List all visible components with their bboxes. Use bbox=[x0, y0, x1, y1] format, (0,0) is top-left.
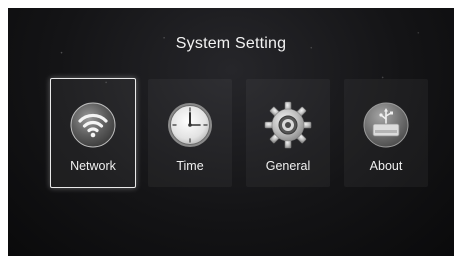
gear-icon bbox=[264, 101, 312, 149]
menu-item-about[interactable]: About bbox=[344, 79, 428, 187]
menu-item-label: About bbox=[369, 159, 403, 173]
menu-item-general[interactable]: General bbox=[246, 79, 330, 187]
clock-icon bbox=[168, 103, 212, 147]
menu-item-network[interactable]: Network bbox=[50, 78, 136, 188]
menu-item-time[interactable]: Time bbox=[148, 79, 232, 187]
menu-item-label: Time bbox=[176, 159, 204, 173]
menu-item-label: Network bbox=[70, 159, 116, 173]
settings-screen: System Setting Network Time General Abou… bbox=[8, 8, 454, 256]
wifi-icon bbox=[70, 102, 116, 148]
settings-menu: Network Time General About bbox=[50, 78, 430, 189]
menu-item-label: General bbox=[265, 159, 311, 173]
page-title: System Setting bbox=[175, 35, 287, 52]
usb-drive-icon bbox=[363, 102, 409, 148]
